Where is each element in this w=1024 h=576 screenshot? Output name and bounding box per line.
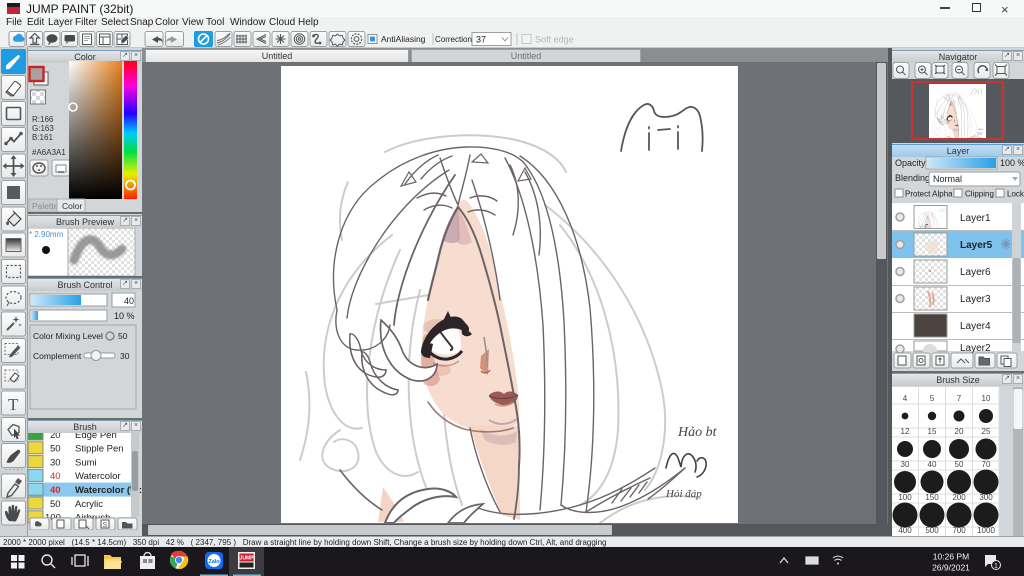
svg-text:25: 25: [982, 427, 991, 436]
svg-text:15: 15: [928, 427, 937, 436]
svg-text:Blending: Blending: [895, 173, 930, 183]
svg-text:50: 50: [50, 499, 61, 510]
svg-text:Hảo bt: Hảo bt: [677, 425, 718, 440]
svg-text:40: 40: [124, 296, 134, 306]
svg-text:Zalo: Zalo: [208, 559, 220, 565]
svg-text:100: 100: [898, 493, 912, 502]
svg-text:S: S: [103, 522, 108, 529]
svg-text:37: 37: [476, 35, 486, 45]
svg-text:Layer6: Layer6: [960, 267, 991, 278]
svg-text:50: 50: [118, 331, 128, 341]
svg-text:50: 50: [955, 460, 964, 469]
svg-text:Edge Pen: Edge Pen: [75, 433, 117, 441]
svg-text:Complement: Complement: [33, 351, 82, 361]
svg-text:Sumi: Sumi: [75, 457, 97, 468]
svg-text:Layer4: Layer4: [960, 321, 991, 332]
svg-text:B:161: B:161: [32, 133, 53, 142]
svg-text:Color Mixing Level: Color Mixing Level: [33, 331, 103, 341]
svg-text:10 %: 10 %: [114, 311, 135, 321]
svg-text:Acrylic: Acrylic: [75, 499, 103, 510]
svg-text:Hỏi đáp: Hỏi đáp: [665, 488, 702, 500]
svg-text:200: 200: [952, 493, 966, 502]
svg-text:Lock: Lock: [1007, 190, 1024, 199]
svg-text:150: 150: [925, 493, 939, 502]
svg-text:Correction: Correction: [435, 35, 472, 44]
svg-text:20: 20: [50, 433, 61, 441]
svg-text:#A6A3A1: #A6A3A1: [32, 148, 66, 157]
svg-text:JUMP: JUMP: [240, 556, 255, 562]
svg-text:5: 5: [930, 394, 935, 403]
svg-text:Layer1: Layer1: [960, 213, 991, 224]
svg-text:T: T: [8, 395, 19, 414]
svg-text:Opacity: Opacity: [895, 158, 926, 168]
svg-text:70: 70: [982, 460, 991, 469]
svg-text:40: 40: [50, 485, 61, 496]
svg-text:G:163: G:163: [32, 124, 54, 133]
svg-text:AntiAliasing: AntiAliasing: [381, 34, 426, 44]
svg-text:Clipping: Clipping: [965, 190, 994, 199]
svg-text:100 %: 100 %: [1000, 158, 1024, 168]
svg-text:Normal: Normal: [933, 174, 962, 184]
svg-text:10: 10: [982, 394, 991, 403]
svg-text:30: 30: [120, 351, 130, 361]
svg-text:40: 40: [928, 460, 937, 469]
svg-text:20: 20: [955, 427, 964, 436]
svg-text:Stipple Pen: Stipple Pen: [75, 444, 124, 455]
svg-text:40: 40: [50, 471, 61, 482]
svg-text:Palette: Palette: [32, 201, 59, 211]
svg-text:Layer3: Layer3: [960, 294, 991, 305]
svg-text:Protect Alpha: Protect Alpha: [905, 190, 953, 199]
svg-text:50: 50: [50, 444, 61, 455]
svg-text:30: 30: [50, 457, 61, 468]
svg-text:* 2.90mm: * 2.90mm: [29, 230, 64, 239]
svg-text:1: 1: [994, 563, 998, 570]
svg-text:R:166: R:166: [32, 115, 54, 124]
svg-text:12: 12: [901, 427, 910, 436]
svg-text:Layer5: Layer5: [960, 240, 993, 251]
svg-text:26/9/2021: 26/9/2021: [932, 563, 970, 573]
svg-text:30: 30: [901, 460, 910, 469]
svg-text:Soft edge: Soft edge: [535, 35, 574, 45]
svg-text:10:26 PM: 10:26 PM: [933, 552, 969, 562]
svg-text:7: 7: [957, 394, 962, 403]
svg-text:Color: Color: [62, 201, 82, 211]
svg-text:Watercolor: Watercolor: [75, 471, 121, 482]
svg-text:4: 4: [903, 394, 908, 403]
svg-text:Layer2: Layer2: [960, 343, 991, 354]
